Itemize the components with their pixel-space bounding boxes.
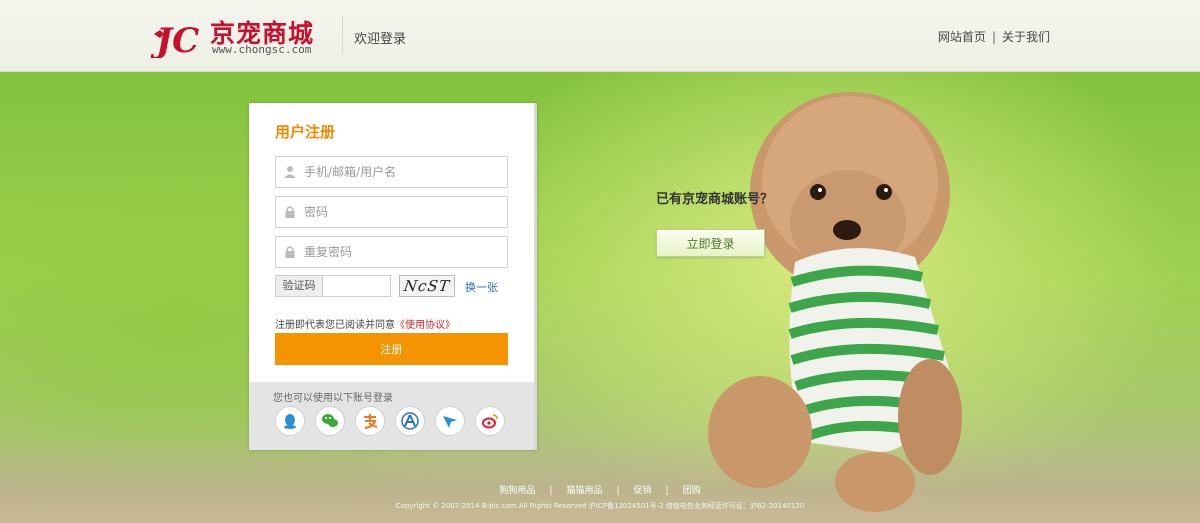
password-field[interactable] — [275, 196, 508, 228]
top-header: JC 京宠商城 www.chongsc.com 欢迎登录 网站首页 | 关于我们 — [0, 0, 1200, 72]
have-account-text: 已有京宠商城账号？ — [656, 192, 774, 207]
alipay-icon — [364, 414, 378, 429]
footer-nav: 狗狗用品 | 猫猫用品 | 促销 | 团购 — [0, 483, 1200, 496]
captcha-row: 验证码 NcST 换一张 — [275, 275, 515, 297]
wechat-icon — [322, 414, 338, 427]
user-icon — [284, 166, 296, 178]
captcha-label: 验证码 — [275, 275, 323, 297]
footer-separator: | — [616, 486, 620, 496]
lock-icon — [285, 206, 295, 218]
welcome-text: 欢迎登录 — [354, 32, 407, 47]
copyright-text: Copyright © 2007-2014 B-pic.com All Righ… — [395, 502, 805, 510]
agreement-label: 注册即代表您已阅读并同意 — [275, 320, 395, 331]
svg-text:JC: JC — [150, 21, 199, 58]
home-link[interactable]: 网站首页 — [938, 30, 986, 44]
tencent-weibo-icon — [443, 416, 457, 428]
footer-link-cat[interactable]: 猫猫用品 — [566, 486, 602, 496]
footer-link-promo[interactable]: 促销 — [634, 486, 652, 496]
social-login-label: 您也可以使用以下账号登录 — [273, 393, 393, 404]
agreement-text: 注册即代表您已阅读并同意《使用协议》 — [275, 316, 455, 331]
alipay-login-button[interactable] — [355, 406, 385, 436]
jc-logo-icon: JC — [150, 21, 199, 58]
sina-weibo-icon — [482, 414, 498, 429]
footer-link-group[interactable]: 团购 — [683, 486, 701, 496]
username-field[interactable] — [275, 156, 508, 188]
password-input[interactable] — [304, 197, 504, 227]
top-links: 网站首页 | 关于我们 — [938, 28, 1050, 45]
header-divider — [342, 16, 343, 54]
captcha-image[interactable]: NcST — [399, 275, 455, 297]
tencent-weibo-login-button[interactable] — [435, 406, 465, 436]
link-separator: | — [991, 30, 996, 44]
qq-icon — [284, 414, 296, 429]
footer-separator: | — [665, 486, 669, 496]
register-title: 用户注册 — [275, 123, 336, 141]
baidu-icon — [401, 412, 419, 430]
logo-url: www.chongsc.com — [212, 43, 312, 56]
confirm-password-input[interactable] — [304, 237, 504, 267]
captcha-input[interactable] — [323, 275, 391, 297]
wechat-login-button[interactable] — [315, 406, 345, 436]
confirm-password-field[interactable] — [275, 236, 508, 268]
site-logo[interactable]: JC 京宠商城 www.chongsc.com — [150, 14, 330, 58]
baidu-login-button[interactable] — [395, 406, 425, 436]
footer-link-dog[interactable]: 狗狗用品 — [499, 486, 535, 496]
sina-weibo-login-button[interactable] — [475, 406, 505, 436]
agreement-link[interactable]: 《使用协议》 — [395, 320, 455, 331]
poodle-image — [708, 92, 962, 512]
qq-login-button[interactable] — [275, 406, 305, 436]
captcha-refresh-link[interactable]: 换一张 — [465, 279, 498, 295]
captcha-text: NcST — [402, 277, 452, 295]
login-now-button[interactable]: 立即登录 — [656, 229, 765, 257]
about-link[interactable]: 关于我们 — [1002, 30, 1050, 44]
username-input[interactable] — [304, 157, 504, 187]
register-card: 用户注册 验证码 NcST 换一张 注册即代表您已阅读并同意《使用协议》 注册 — [249, 103, 537, 450]
social-login: 您也可以使用以下账号登录 — [249, 382, 534, 450]
lock-icon — [285, 246, 295, 258]
footer-separator: | — [549, 486, 553, 496]
register-button[interactable]: 注册 — [275, 333, 508, 365]
